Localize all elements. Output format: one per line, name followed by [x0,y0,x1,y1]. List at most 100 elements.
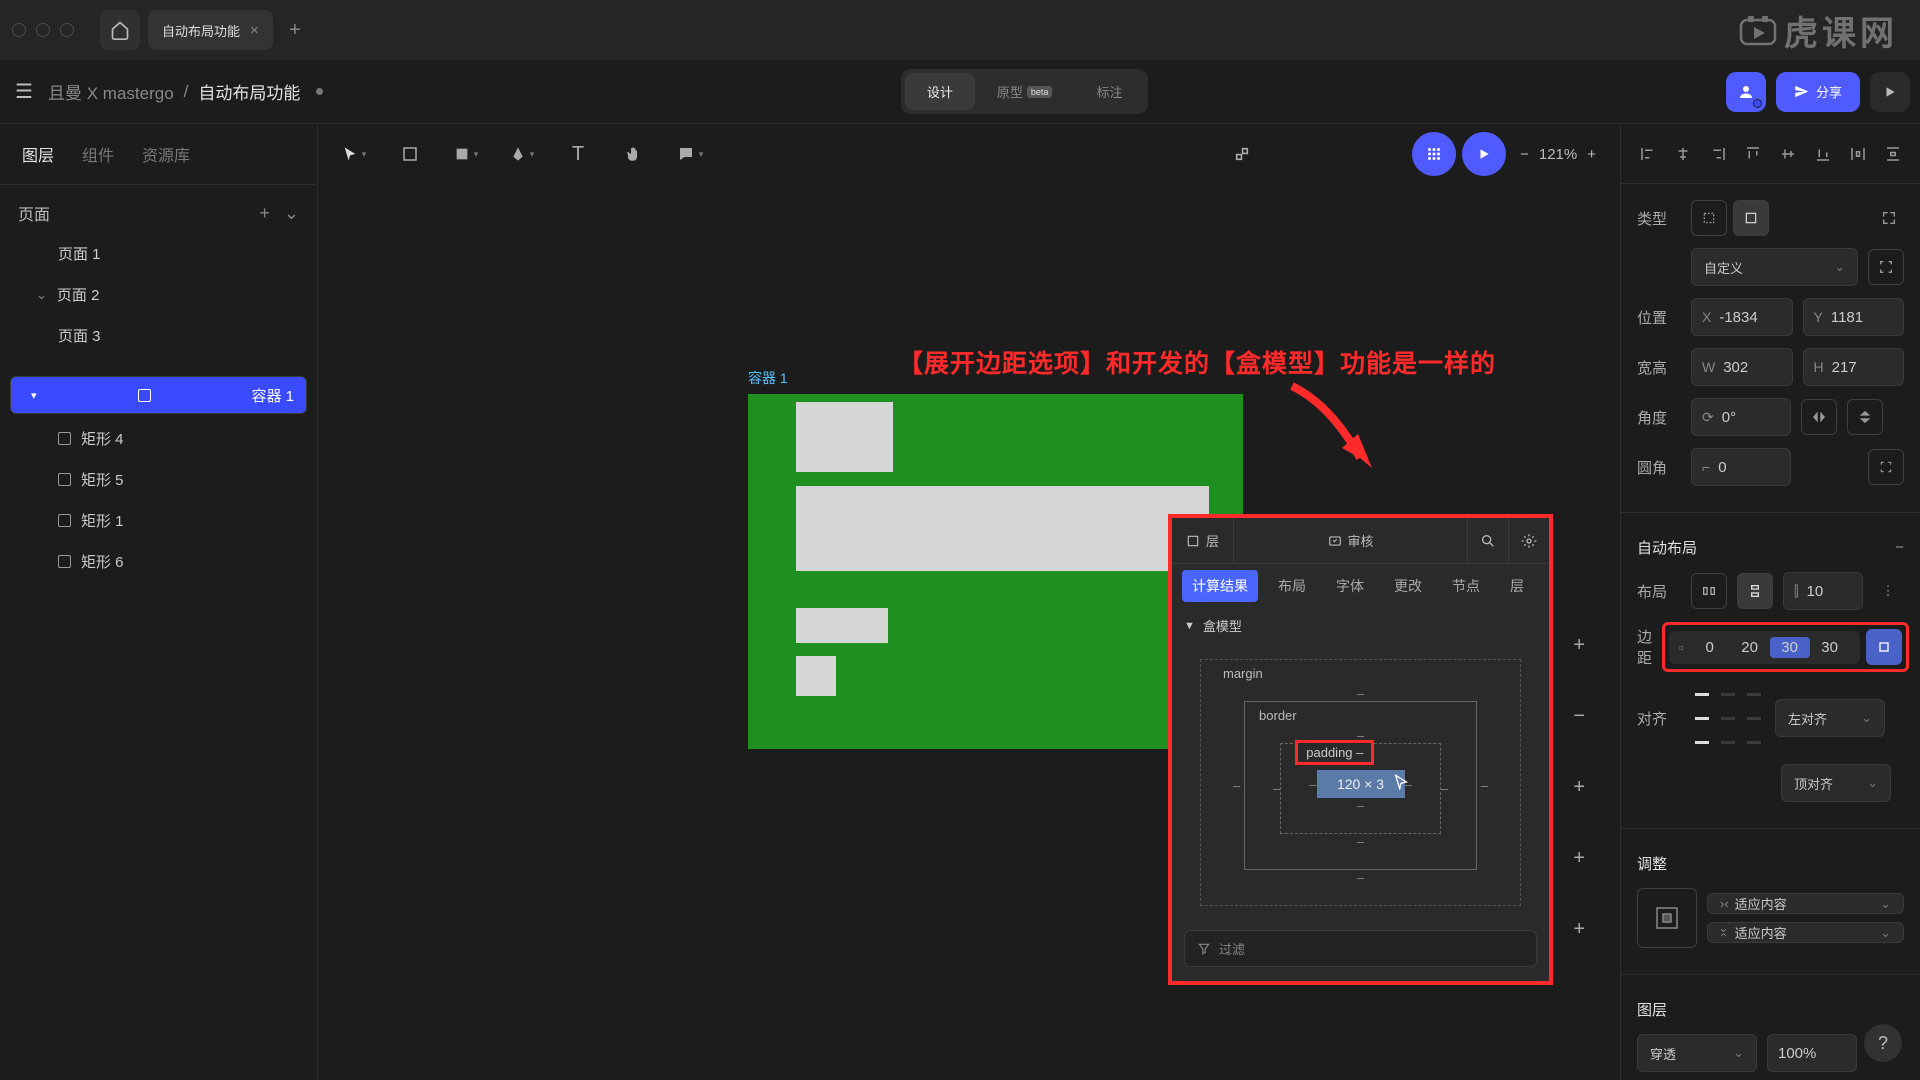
min-dot[interactable] [36,23,50,37]
frame-tool[interactable] [390,134,430,174]
grid-toggle[interactable] [1412,132,1456,176]
halign-select[interactable]: 左对齐⌄ [1775,699,1885,737]
play-preview[interactable] [1462,132,1506,176]
text-tool[interactable]: T [558,134,598,174]
opacity-input[interactable]: 100% [1767,1034,1857,1072]
add-page-icon[interactable]: + [259,203,270,224]
mode-prototype[interactable]: 原型beta [975,73,1075,110]
x-input[interactable]: X-1834 [1691,298,1793,336]
dev-review-tab[interactable]: 审核 [1234,518,1468,563]
angle-input[interactable]: ⟳0° [1691,398,1791,436]
distribute-h-icon[interactable] [1846,139,1871,169]
align-top-icon[interactable] [1740,139,1765,169]
hsizing-select[interactable]: ›‹适应内容⌄ [1707,893,1904,914]
layout-v-icon[interactable] [1737,573,1773,609]
boxmodel-header[interactable]: ▼盒模型 [1172,608,1549,643]
breadcrumb-project[interactable]: 且曼 X mastergo [48,79,174,104]
custom-select[interactable]: 自定义⌄ [1691,248,1858,286]
mode-design[interactable]: 设计 [905,73,975,110]
rect-shape[interactable] [796,486,1209,571]
component-icon[interactable] [1222,134,1262,174]
align-right-icon[interactable] [1705,139,1730,169]
padding-values[interactable]: ▫ 0 20 30 30 [1669,631,1860,664]
layer-item[interactable]: 矩形 6 [0,541,317,582]
breadcrumb-file[interactable]: 自动布局功能 [198,79,300,104]
layer-item[interactable]: 矩形 1 [0,500,317,541]
zoom-out[interactable]: − [1520,146,1529,163]
close-dot[interactable] [12,23,26,37]
align-hcenter-icon[interactable] [1670,139,1695,169]
tab-resources[interactable]: 资源库 [142,142,190,166]
valign-select[interactable]: 顶对齐⌄ [1781,764,1891,802]
rect-shape[interactable] [796,402,893,472]
tab-components[interactable]: 组件 [82,142,114,166]
rect-shape[interactable] [796,656,836,696]
padding-expand-icon[interactable] [1866,629,1902,665]
align-bottom-icon[interactable] [1811,139,1836,169]
radius-input[interactable]: ⌐0 [1691,448,1791,486]
tab-layers[interactable]: 图层 [22,142,54,166]
align-grid[interactable] [1691,684,1765,752]
gap-input[interactable]: ⫿10 [1783,572,1863,610]
gear-icon[interactable] [1509,518,1549,563]
mode-annotate[interactable]: 标注 [1074,73,1144,110]
rect-shape[interactable] [796,608,888,643]
layer-item[interactable]: 矩形 4 [0,418,317,459]
add-rule-icon[interactable]: + [1573,634,1585,657]
move-tool[interactable]: ▾ [334,134,374,174]
dev-tab-layout[interactable]: 布局 [1268,570,1316,602]
add-rule-icon[interactable]: + [1573,847,1585,870]
w-input[interactable]: W302 [1691,348,1793,386]
layer-container[interactable]: ▾ 容器 1 [10,376,307,414]
y-input[interactable]: Y1181 [1803,298,1905,336]
type-frame-icon[interactable] [1691,200,1727,236]
flip-v-icon[interactable] [1847,399,1883,435]
rect-tool[interactable]: ▾ [446,134,486,174]
type-container-icon[interactable] [1733,200,1769,236]
layout-h-icon[interactable] [1691,573,1727,609]
expand-icon[interactable] [1874,203,1904,233]
comment-tool[interactable]: ▾ [670,134,710,174]
dev-layer-tab[interactable]: 层 [1172,518,1234,563]
dev-tab-change[interactable]: 更改 [1384,570,1432,602]
menu-button[interactable]: ☰ [10,79,38,104]
share-button[interactable]: 分享 [1776,72,1860,112]
dev-tab-node[interactable]: 节点 [1442,570,1490,602]
filter-input[interactable]: 过滤 [1184,930,1537,967]
search-icon[interactable] [1468,518,1509,563]
zoom-level[interactable]: 121% [1539,146,1577,163]
page-item[interactable]: ⌄页面 2 [0,274,317,315]
h-input[interactable]: H217 [1803,348,1905,386]
play-button[interactable] [1870,72,1910,112]
file-tab[interactable]: 自动布局功能 × [148,10,273,50]
radius-expand-icon[interactable] [1868,449,1904,485]
remove-rule-icon[interactable]: − [1573,705,1585,728]
mask-icon[interactable] [1284,134,1324,174]
add-rule-icon[interactable]: + [1573,918,1585,941]
max-dot[interactable] [60,23,74,37]
page-item[interactable]: 页面 3 [0,315,317,356]
target-icon[interactable] [1868,249,1904,285]
zoom-in[interactable]: + [1587,146,1596,163]
layer-item[interactable]: 矩形 5 [0,459,317,500]
hand-tool[interactable] [614,134,654,174]
home-button[interactable] [100,10,140,50]
gap-more-icon[interactable]: ⋮ [1873,576,1903,606]
help-button[interactable]: ? [1864,1024,1902,1062]
collapse-pages-icon[interactable]: ⌄ [284,203,299,224]
page-item[interactable]: 页面 1 [0,233,317,274]
new-tab-button[interactable]: + [281,19,309,42]
align-left-icon[interactable] [1635,139,1660,169]
user-avatar[interactable] [1726,72,1766,112]
pen-tool[interactable]: ▾ [502,134,542,174]
dev-tab-font[interactable]: 字体 [1326,570,1374,602]
dev-tab-result[interactable]: 计算结果 [1182,570,1258,602]
dev-tab-layer2[interactable]: 层 [1500,570,1534,602]
align-vcenter-icon[interactable] [1776,139,1801,169]
blend-select[interactable]: 穿透⌄ [1637,1034,1757,1072]
sizing-diagram[interactable] [1637,888,1697,948]
distribute-v-icon[interactable] [1881,139,1906,169]
flip-h-icon[interactable] [1801,399,1837,435]
add-rule-icon[interactable]: + [1573,776,1585,799]
canvas[interactable]: ▾ ▾ ▾ T ▾ − 121% + 容器 1 [318,124,1620,1080]
